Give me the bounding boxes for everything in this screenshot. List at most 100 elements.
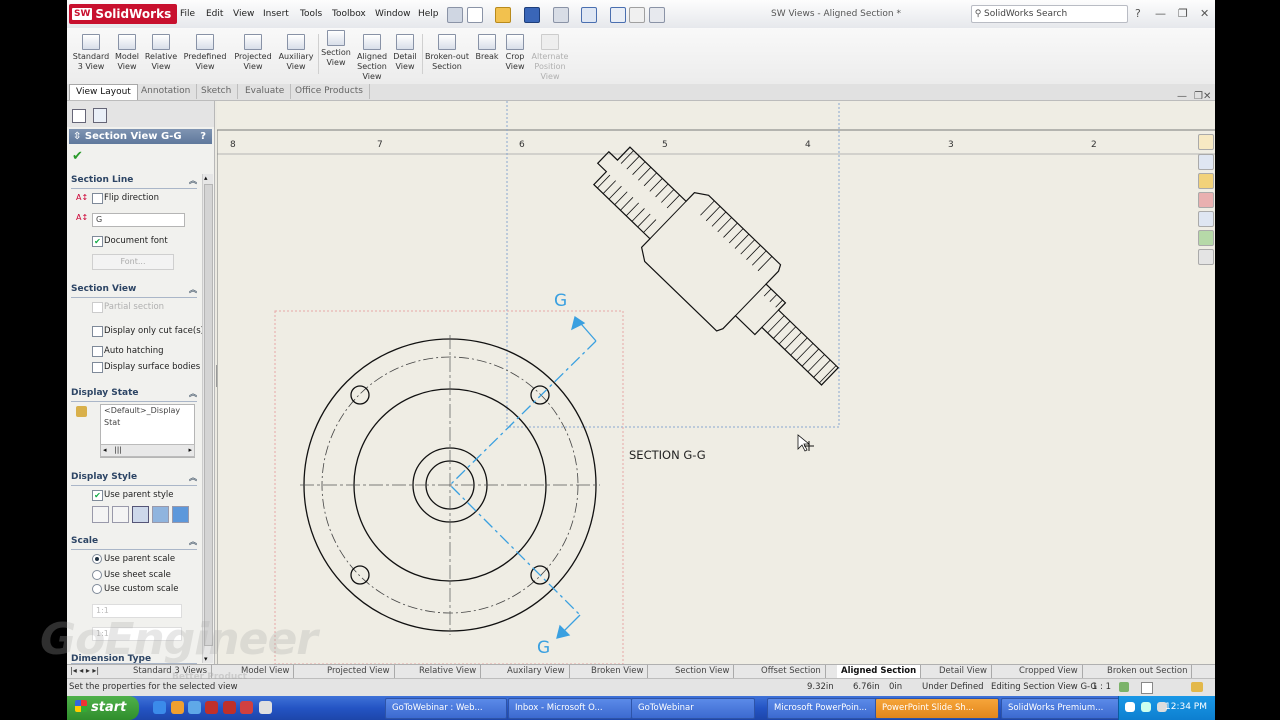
- tag-icon[interactable]: [1191, 682, 1203, 692]
- help-icon[interactable]: ?: [1135, 7, 1141, 20]
- restore-button[interactable]: ❐: [1178, 7, 1188, 20]
- tab-view-layout[interactable]: View Layout: [69, 84, 138, 100]
- panel-scroll-thumb[interactable]: [204, 184, 213, 646]
- sheet-tab-active[interactable]: Aligned Section: [837, 665, 922, 678]
- display-surface-bodies-checkbox[interactable]: [92, 362, 103, 373]
- canvas-minimize-button[interactable]: —: [1177, 91, 1187, 102]
- rebuild-icon[interactable]: [629, 7, 645, 23]
- scale-header[interactable]: Scale ︽: [71, 536, 197, 550]
- firefox-icon[interactable]: [171, 701, 184, 714]
- pin-icon[interactable]: [447, 7, 463, 23]
- auto-hatching-checkbox[interactable]: [92, 346, 103, 357]
- panel-scrollbar[interactable]: ▴ ▾: [202, 174, 213, 663]
- scroll-right-icon[interactable]: ▸: [188, 445, 192, 456]
- solidworks-quicklaunch-icon[interactable]: [205, 701, 218, 714]
- document-font-checkbox[interactable]: ✔: [92, 236, 103, 247]
- sheet-tab[interactable]: Auxilary View: [503, 665, 570, 678]
- display-only-cut-checkbox[interactable]: [92, 326, 103, 337]
- view-palette-icon[interactable]: [1198, 211, 1214, 227]
- menu-tools[interactable]: Tools: [300, 9, 322, 19]
- quicklaunch-icon[interactable]: [188, 701, 201, 714]
- sheet-tab[interactable]: Cropped View: [1015, 665, 1083, 678]
- collapse-icon[interactable]: ︽: [189, 536, 197, 547]
- scroll-up-icon[interactable]: ▴: [204, 174, 208, 182]
- standard-3-view-button[interactable]: Standard 3 View: [70, 34, 112, 72]
- appearances-icon[interactable]: [1198, 230, 1214, 246]
- use-parent-style-checkbox[interactable]: ✔: [92, 490, 103, 501]
- detail-view-button[interactable]: Detail View: [391, 34, 419, 72]
- section-label-input[interactable]: G: [92, 213, 185, 227]
- drawing-sheet[interactable]: 8 7 6 5 4 3 2 G G SECTION G-G: [217, 101, 1215, 664]
- break-button[interactable]: Break: [473, 34, 501, 62]
- tray-icon[interactable]: [1125, 702, 1135, 712]
- custom-properties-icon[interactable]: [1198, 249, 1214, 265]
- display-state-header[interactable]: Display State ︽: [71, 388, 197, 402]
- use-sheet-scale-radio[interactable]: [92, 570, 102, 580]
- options-icon[interactable]: [649, 7, 665, 23]
- menu-view[interactable]: View: [233, 9, 254, 19]
- taskbar-button[interactable]: SolidWorks Premium...: [1001, 698, 1121, 719]
- auxiliary-view-button[interactable]: Auxiliary View: [276, 34, 316, 72]
- save-icon[interactable]: [524, 7, 540, 23]
- taskbar-button[interactable]: GoToWebinar: [631, 698, 755, 719]
- ok-check-icon[interactable]: ✔: [72, 149, 83, 164]
- collapse-icon[interactable]: ︽: [189, 175, 197, 186]
- broken-out-section-button[interactable]: Broken-out Section: [424, 34, 470, 72]
- ie-icon[interactable]: [153, 701, 166, 714]
- taskbar-button[interactable]: Inbox - Microsoft O...: [508, 698, 632, 719]
- menu-edit[interactable]: Edit: [206, 9, 223, 19]
- wireframe-style-icon[interactable]: [92, 506, 109, 523]
- use-parent-scale-radio[interactable]: [92, 554, 102, 564]
- solidworks-quicklaunch-icon[interactable]: [223, 701, 236, 714]
- taskbar-button-active[interactable]: PowerPoint Slide Sh...: [875, 698, 999, 719]
- search-results-icon[interactable]: [1198, 192, 1214, 208]
- select-arrow-icon[interactable]: [610, 7, 626, 23]
- section-view-header[interactable]: Section View ︽: [71, 284, 197, 298]
- scroll-left-icon[interactable]: ◂: [103, 446, 107, 454]
- shaded-icon[interactable]: [172, 506, 189, 523]
- sheet-nav-arrows[interactable]: |◂ ◂ ▸ ▸|: [70, 666, 99, 675]
- quicklaunch-icon[interactable]: [240, 701, 253, 714]
- model-view-button[interactable]: Model View: [112, 34, 142, 72]
- section-line-header[interactable]: Section Line ︽: [71, 175, 197, 189]
- tab-annotation[interactable]: Annotation: [135, 84, 198, 99]
- canvas-close-button[interactable]: ✕: [1203, 91, 1211, 102]
- display-state-item[interactable]: <Default>_Display Stat: [104, 406, 180, 427]
- sheet-tab[interactable]: Projected View: [323, 665, 395, 678]
- clock[interactable]: 12:34 PM: [1165, 702, 1207, 712]
- rebuild-status-icon[interactable]: [1119, 682, 1129, 692]
- collapse-icon[interactable]: ︽: [189, 388, 197, 399]
- home-icon[interactable]: [1198, 134, 1214, 150]
- feature-manager-icon[interactable]: [72, 109, 86, 123]
- canvas-restore-button[interactable]: ❐: [1194, 91, 1203, 102]
- tray-icon[interactable]: [1141, 702, 1151, 712]
- sheet-tab[interactable]: Section View: [671, 665, 735, 678]
- hidden-lines-removed-icon[interactable]: [132, 506, 149, 523]
- sheet-tab[interactable]: Broken out Section: [1103, 665, 1193, 678]
- hidden-lines-visible-icon[interactable]: [112, 506, 129, 523]
- help-icon[interactable]: ?: [200, 129, 206, 144]
- menu-window[interactable]: Window: [375, 9, 411, 19]
- crop-view-button[interactable]: Crop View: [502, 34, 528, 72]
- menu-help[interactable]: Help: [418, 9, 439, 19]
- collapse-icon[interactable]: ︽: [189, 472, 197, 483]
- status-scale[interactable]: 1 : 1: [1092, 682, 1111, 692]
- new-document-icon[interactable]: [467, 7, 483, 23]
- collapse-icon[interactable]: ︽: [189, 284, 197, 295]
- predefined-view-button[interactable]: Predefined View: [181, 34, 229, 72]
- quicklaunch-icon[interactable]: [259, 701, 272, 714]
- start-button[interactable]: start: [67, 696, 139, 720]
- property-manager-icon[interactable]: [93, 108, 107, 123]
- help-status-icon[interactable]: [1141, 682, 1153, 694]
- tab-sketch[interactable]: Sketch: [195, 84, 239, 99]
- menu-file[interactable]: File: [180, 9, 195, 19]
- display-state-scrollbar[interactable]: ◂ ||| ▸: [100, 444, 195, 457]
- scroll-thumb[interactable]: |||: [115, 446, 122, 454]
- flip-direction-checkbox[interactable]: [92, 193, 103, 204]
- drawing-canvas[interactable]: 8 7 6 5 4 3 2 G G SECTION G-G — ❐ ✕: [217, 91, 1215, 664]
- minimize-button[interactable]: —: [1155, 7, 1166, 20]
- menu-insert[interactable]: Insert: [263, 9, 289, 19]
- sheet-tab[interactable]: Broken View: [587, 665, 649, 678]
- sheet-tab[interactable]: Offset Section: [757, 665, 826, 678]
- design-library-icon[interactable]: [1198, 154, 1214, 170]
